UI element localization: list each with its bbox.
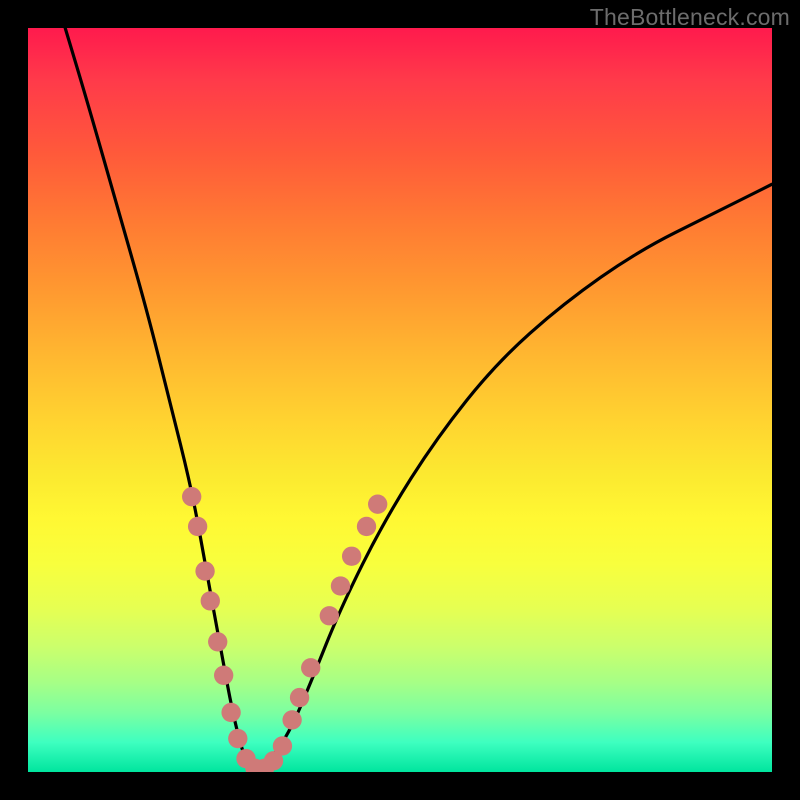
data-point — [282, 710, 301, 729]
data-point — [357, 517, 376, 536]
watermark-text: TheBottleneck.com — [590, 4, 790, 31]
data-point — [201, 591, 220, 610]
data-point — [221, 703, 240, 722]
data-point — [301, 658, 320, 677]
data-point — [273, 736, 292, 755]
data-point — [342, 547, 361, 566]
data-point — [228, 729, 247, 748]
data-point — [214, 666, 233, 685]
data-point — [195, 561, 214, 580]
data-point — [320, 606, 339, 625]
chart-svg — [28, 28, 772, 772]
outer-frame: TheBottleneck.com — [0, 0, 800, 800]
data-point — [182, 487, 201, 506]
bottleneck-curve — [65, 28, 772, 770]
data-point — [188, 517, 207, 536]
chart-plot-area — [28, 28, 772, 772]
data-point — [331, 576, 350, 595]
data-point — [290, 688, 309, 707]
data-point — [368, 494, 387, 513]
data-markers — [182, 487, 387, 772]
data-point — [208, 632, 227, 651]
